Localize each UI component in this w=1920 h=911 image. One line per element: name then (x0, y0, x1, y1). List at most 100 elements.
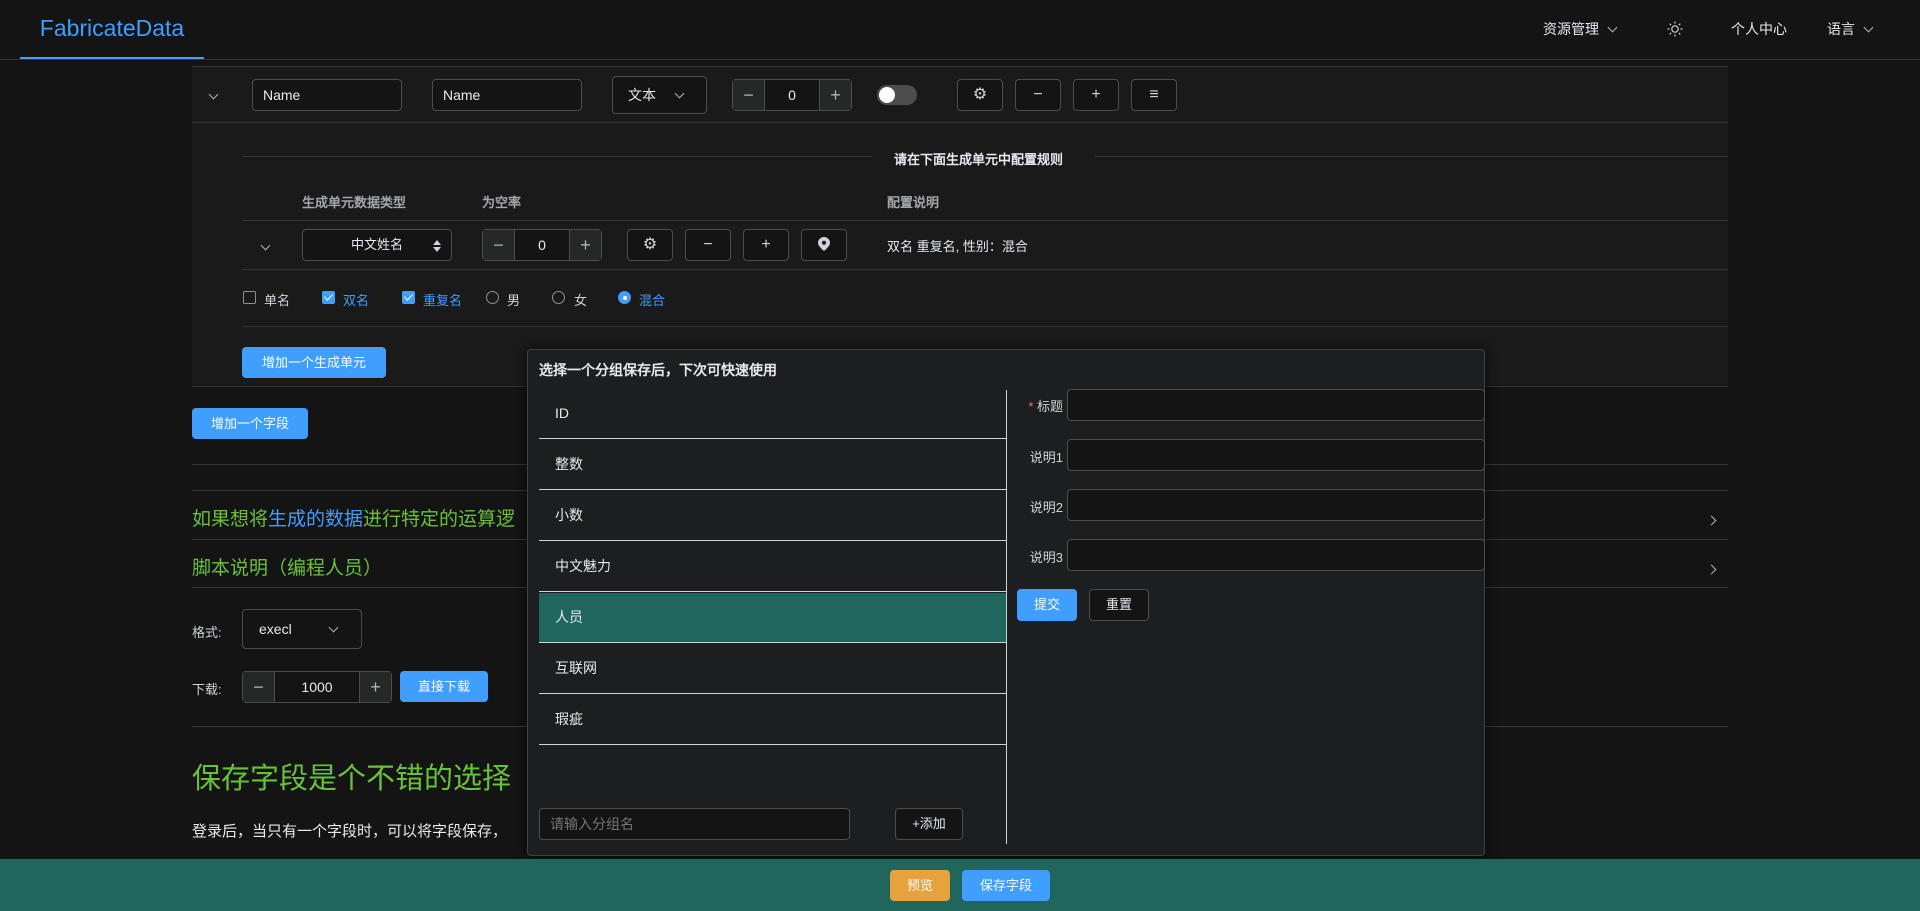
field-remove-button[interactable]: − (1015, 79, 1061, 111)
chevron-down-icon (260, 240, 271, 251)
download-label: 下载: (192, 682, 222, 697)
minus-icon: − (703, 236, 713, 253)
chevron-right-icon[interactable] (1706, 511, 1717, 527)
add-field-button[interactable]: 增加一个字段 (192, 408, 308, 439)
group-item[interactable]: 瑕疵 (539, 695, 1006, 745)
collapse-operation-link[interactable]: 生成的数据 (268, 509, 363, 530)
resource-menu-label: 资源管理 (1543, 21, 1599, 37)
col-unit-type: 生成单元数据类型 (302, 195, 407, 210)
field-type-select[interactable]: 文本 (612, 76, 707, 114)
null-rate-stepper[interactable]: − 0 + (482, 229, 602, 261)
group-item[interactable]: 整数 (539, 440, 1006, 490)
sort-icon (433, 240, 441, 252)
null-rate-value[interactable]: 0 (515, 230, 569, 260)
language-menu[interactable]: 语言 (1827, 0, 1874, 59)
unit-divider-title: 请在下面生成单元中配置规则 (894, 152, 1064, 167)
add-group-button[interactable]: +添加 (895, 808, 963, 840)
top-header: FabricateData 资源管理 个人中心 语言 (0, 0, 1920, 60)
col-null-rate: 为空率 (482, 195, 522, 210)
field-panel (192, 67, 1728, 385)
gear-icon: ⚙ (972, 86, 988, 103)
form-desc1-input[interactable] (1067, 439, 1485, 471)
footer-bar: 预览 保存字段 (0, 859, 1920, 911)
profile-link[interactable]: 个人中心 (1731, 0, 1787, 59)
gender-male-radio[interactable] (486, 291, 499, 304)
save-group-popover: 选择一个分组保存后，下次可快速使用 ID 整数 小数 中文魅力 人员 互联网 瑕… (527, 349, 1485, 856)
plus-icon: + (1091, 86, 1101, 103)
download-count-stepper[interactable]: − 1000 + (242, 671, 392, 703)
group-item[interactable]: 互联网 (539, 644, 1006, 694)
field-alias-input[interactable]: Name (432, 79, 582, 111)
submit-button[interactable]: 提交 (1017, 589, 1077, 621)
collapse-operation-title[interactable]: 如果想将生成的数据进行特定的运算逻 (192, 504, 515, 531)
unit-location-button[interactable] (801, 229, 847, 261)
field-type-value: 文本 (628, 87, 656, 103)
unit-expand-toggle[interactable] (260, 239, 271, 255)
theme-toggle[interactable] (1667, 0, 1683, 59)
sun-icon (1667, 21, 1683, 37)
form-title-label: * 标题 (1028, 399, 1063, 414)
unit-add-button[interactable]: + (743, 229, 789, 261)
popover-title: 选择一个分组保存后，下次可快速使用 (539, 362, 777, 378)
group-item[interactable]: ID (539, 389, 1006, 439)
option-single-name-checkbox[interactable] (243, 291, 256, 304)
language-menu-label: 语言 (1827, 21, 1855, 37)
collapse-script-title[interactable]: 脚本说明（编程人员） (192, 553, 382, 580)
increment-button[interactable]: + (359, 672, 391, 702)
group-name-input[interactable] (539, 808, 850, 840)
field-menu-button[interactable]: ≡ (1131, 79, 1177, 111)
group-item-selected[interactable]: 人员 (539, 593, 1006, 643)
chevron-right-icon[interactable] (1706, 560, 1717, 576)
config-description: 双名 重复名, 性别：混合 (887, 239, 1028, 254)
format-select[interactable]: execl (242, 609, 362, 649)
form-title-input[interactable] (1067, 389, 1485, 421)
divider (242, 326, 1728, 327)
field-switch[interactable] (877, 85, 917, 105)
option-duplicate-name-checkbox[interactable] (402, 291, 415, 304)
reset-button[interactable]: 重置 (1089, 589, 1149, 621)
field-settings-button[interactable]: ⚙ (957, 79, 1003, 111)
field-expand-toggle[interactable] (208, 88, 219, 104)
chevron-down-icon (208, 89, 219, 100)
increment-button[interactable]: + (569, 230, 601, 260)
save-field-button[interactable]: 保存字段 (962, 870, 1050, 901)
group-item[interactable]: 小数 (539, 491, 1006, 541)
field-name-input[interactable]: Name (252, 79, 402, 111)
group-item[interactable]: 中文魅力 (539, 542, 1006, 592)
gender-female-radio[interactable] (552, 291, 565, 304)
field-add-button[interactable]: + (1073, 79, 1119, 111)
decrement-button[interactable]: − (243, 672, 275, 702)
resource-menu[interactable]: 资源管理 (1543, 0, 1618, 59)
direct-download-button[interactable]: 直接下载 (400, 671, 488, 702)
gender-mixed-radio[interactable] (618, 291, 631, 304)
divider (242, 269, 1728, 270)
form-desc2-input[interactable] (1067, 489, 1485, 521)
form-desc3-label: 说明3 (1029, 550, 1063, 565)
field-count-stepper[interactable]: − 0 + (732, 79, 852, 111)
option-double-name-checkbox[interactable] (322, 291, 335, 304)
field-count-value[interactable]: 0 (765, 80, 819, 110)
divider (192, 66, 1728, 67)
increment-button[interactable]: + (819, 80, 851, 110)
gender-female-label: 女 (574, 293, 588, 308)
divider (242, 220, 1728, 221)
unit-settings-button[interactable]: ⚙ (627, 229, 673, 261)
chevron-down-icon (674, 88, 685, 99)
menu-icon: ≡ (1149, 86, 1159, 103)
app-logo[interactable]: FabricateData (20, 0, 204, 59)
decrement-button[interactable]: − (733, 80, 765, 110)
minus-icon: − (1033, 86, 1043, 103)
chevron-down-icon (1607, 22, 1618, 33)
form-desc3-input[interactable] (1067, 539, 1485, 571)
collapse-operation-part1: 如果想将 (192, 509, 269, 530)
preview-button[interactable]: 预览 (890, 870, 950, 901)
gear-icon: ⚙ (642, 236, 658, 253)
add-unit-button[interactable]: 增加一个生成单元 (242, 347, 386, 378)
plus-icon: + (761, 236, 771, 253)
location-icon (818, 237, 830, 251)
decrement-button[interactable]: − (483, 230, 515, 260)
unit-remove-button[interactable]: − (685, 229, 731, 261)
form-desc1-label: 说明1 (1029, 450, 1063, 465)
download-count-value[interactable]: 1000 (275, 672, 359, 702)
unit-type-select[interactable]: 中文姓名 (302, 229, 452, 261)
